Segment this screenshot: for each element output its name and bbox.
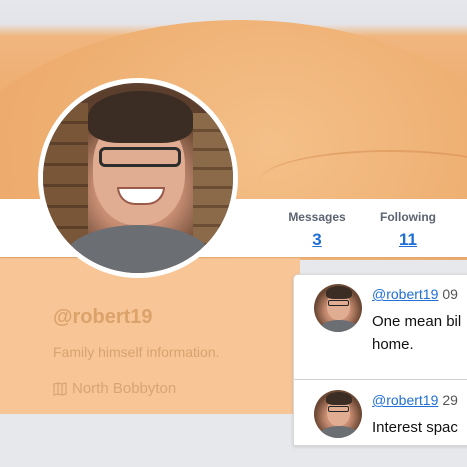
feed-item-text-line: home.	[372, 336, 414, 353]
map-icon	[53, 381, 67, 396]
messages-count-link[interactable]: 3	[284, 230, 350, 250]
avatar-glasses	[99, 147, 181, 167]
location-label: North Bobbyton	[72, 380, 177, 397]
avatar-photo	[43, 83, 233, 273]
feed-item-user-link[interactable]: @robert19	[372, 286, 438, 302]
feed-item-time: 29	[442, 392, 458, 408]
message-feed: @robert19 09 One mean bil home. @robert19…	[293, 274, 467, 446]
following-label: Following	[380, 210, 436, 224]
feed-item-user-link[interactable]: @robert19	[372, 392, 438, 408]
feed-item[interactable]: @robert19 29 Interest spac	[294, 381, 467, 445]
avatar-hair	[326, 392, 352, 405]
profile-handle: @robert19	[53, 306, 153, 328]
profile-avatar	[38, 78, 238, 278]
avatar-shirt	[320, 426, 358, 438]
avatar-glasses	[328, 300, 349, 306]
avatar[interactable]	[314, 390, 362, 438]
profile-bio: Family himself information.	[53, 344, 220, 360]
feed-item-header: @robert19 09	[372, 286, 458, 302]
avatar-hair	[88, 91, 193, 143]
feed-item-time: 09	[442, 286, 458, 302]
avatar-shirt	[320, 320, 358, 332]
avatar[interactable]	[314, 284, 362, 332]
avatar-hair	[326, 286, 352, 299]
profile-location: North Bobbyton	[53, 380, 293, 397]
feed-item-text-line: Interest spac	[372, 419, 458, 436]
feed-item-text: Interest spac	[372, 416, 467, 439]
following-stat: Following 11	[374, 210, 442, 250]
feed-item[interactable]: @robert19 09 One mean bil home.	[294, 275, 467, 380]
following-count-link[interactable]: 11	[374, 230, 442, 250]
messages-label: Messages	[288, 210, 346, 224]
feed-item-text: One mean bil home.	[372, 310, 467, 356]
feed-item-text-line: One mean bil	[372, 313, 462, 330]
avatar-background-left	[43, 103, 88, 253]
profile-info: @robert19 Family himself information. No…	[53, 306, 293, 397]
avatar-glasses	[328, 406, 349, 412]
messages-stat: Messages 3	[284, 210, 350, 250]
avatar-background-right	[193, 113, 233, 243]
feed-item-header: @robert19 29	[372, 392, 458, 408]
